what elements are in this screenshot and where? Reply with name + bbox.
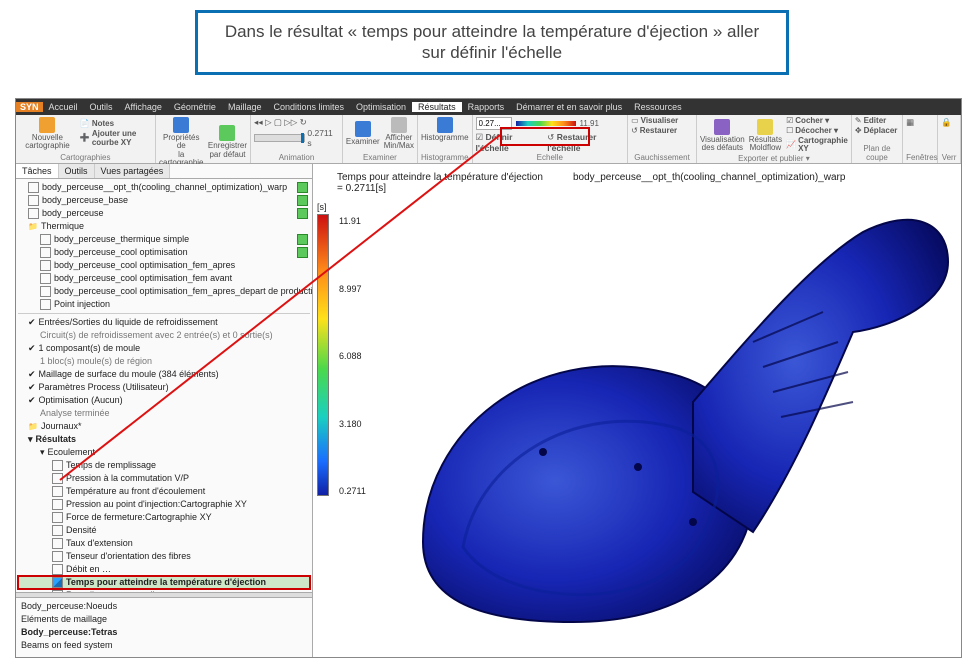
- warp-visualize-button[interactable]: ▭ Visualiser: [631, 117, 693, 126]
- menu-item[interactable]: Ressources: [628, 102, 688, 112]
- tab-vues[interactable]: Vues partagées: [95, 164, 171, 178]
- carto-xy-button[interactable]: 📈 Cartographie XY: [786, 137, 848, 155]
- moldflow-results-button[interactable]: Résultats Moldflow: [749, 119, 782, 153]
- menu-item[interactable]: Géométrie: [168, 102, 222, 112]
- app-window: SYN Accueil Outils Affichage Géométrie M…: [15, 98, 962, 658]
- edit-cutplane-button[interactable]: ✎ Editer: [855, 117, 899, 126]
- menu-item[interactable]: Démarrer et en savoir plus: [510, 102, 628, 112]
- ribbon-group-label: Cartographies: [19, 153, 152, 162]
- tree-item-ejection-temp-time[interactable]: Temps pour atteindre la température d'éj…: [18, 576, 310, 589]
- left-pane: Tâches Outils Vues partagées body_perceu…: [16, 164, 313, 658]
- notes-button[interactable]: 📄 Notes: [80, 120, 152, 129]
- app-tag: SYN: [16, 102, 43, 112]
- viewport-3d[interactable]: Temps pour atteindre la température d'éj…: [313, 164, 961, 658]
- menu-item[interactable]: Maillage: [222, 102, 268, 112]
- uncheck-button[interactable]: ☐ Décocher ▾: [786, 127, 848, 136]
- minmax-button[interactable]: Afficher Min/Max: [384, 117, 414, 151]
- histogram-button[interactable]: Histogramme: [421, 117, 469, 142]
- tab-taches[interactable]: Tâches: [16, 164, 59, 178]
- restore-scale-button[interactable]: ↺ Restaurer l'échelle: [547, 132, 624, 153]
- menu-item-resultats[interactable]: Résultats: [412, 102, 462, 112]
- add-curve-button[interactable]: ➕ Ajouter une courbe XY: [80, 130, 152, 148]
- animation-timeline[interactable]: ◂◂ ▷ ▢ ▷▷ ↻: [254, 117, 339, 128]
- new-map-button[interactable]: Nouvelle cartographie: [19, 117, 76, 151]
- define-scale-button[interactable]: ☑ Définir l'échelle: [476, 132, 542, 153]
- save-default-button[interactable]: Enregistrer par défaut: [208, 125, 247, 159]
- left-tabs: Tâches Outils Vues partagées: [16, 164, 312, 179]
- ribbon: Nouvelle cartographie 📄 Notes ➕ Ajouter …: [16, 115, 961, 164]
- menu-item[interactable]: Outils: [84, 102, 119, 112]
- menu-item[interactable]: Affichage: [119, 102, 168, 112]
- ribbon-group-label: Examiner: [346, 153, 414, 162]
- carto-props-button[interactable]: Propriétés de la cartographie: [159, 117, 204, 168]
- mesh-tree[interactable]: Body_perceuse:Noeuds Eléments de maillag…: [16, 598, 312, 658]
- menubar: SYN Accueil Outils Affichage Géométrie M…: [16, 99, 961, 115]
- defects-view-button[interactable]: Visualisation des défauts: [700, 119, 745, 153]
- ribbon-group-label: Fenêtres: [906, 153, 934, 162]
- examine-button[interactable]: Examiner: [346, 121, 380, 146]
- animation-slider[interactable]: 0.2711 s: [254, 128, 339, 148]
- color-scale: [s] 11.91 8.997 6.088 3.180 0.2711: [317, 202, 361, 496]
- study-tree[interactable]: body_perceuse__opt_th(cooling_channel_op…: [16, 179, 312, 592]
- ribbon-group-label: Histogramme: [421, 153, 469, 162]
- study-name-label: body_perceuse__opt_th(cooling_channel_op…: [573, 172, 845, 183]
- menu-item[interactable]: Rapports: [462, 102, 511, 112]
- ribbon-group-label: Animation: [254, 153, 339, 162]
- ribbon-group-label: Echelle: [476, 153, 625, 162]
- tab-outils[interactable]: Outils: [59, 164, 95, 178]
- instruction-banner: Dans le résultat « temps pour atteindre …: [195, 10, 789, 75]
- ribbon-group-label: Plan de coupe: [855, 144, 899, 162]
- move-cutplane-button[interactable]: ✥ Déplacer: [855, 127, 899, 136]
- color-scale-bar: [317, 214, 329, 496]
- warp-restore-button[interactable]: ↺ Restaurer: [631, 127, 693, 136]
- ribbon-group-label: Gauchissement: [631, 153, 693, 162]
- check-button[interactable]: ☑ Cocher ▾: [786, 117, 848, 126]
- menu-item[interactable]: Conditions limites: [267, 102, 350, 112]
- ribbon-group-label: Verr: [941, 153, 957, 162]
- part-render: [393, 192, 953, 642]
- result-title: Temps pour atteindre la température d'éj…: [337, 172, 543, 194]
- ribbon-group-label: Exporter et publier ▾: [700, 154, 848, 163]
- menu-item[interactable]: Optimisation: [350, 102, 412, 112]
- scale-min-input[interactable]: [476, 117, 512, 130]
- menu-item[interactable]: Accueil: [43, 102, 84, 112]
